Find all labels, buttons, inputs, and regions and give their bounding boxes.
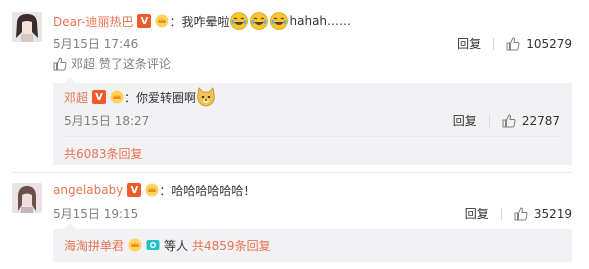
verified-v-icon[interactable]: V [127, 183, 142, 197]
comment-1-header: Dear-迪丽热巴 V ：我咋晕啦 hahah…… [53, 12, 351, 30]
liked-by-text: 邓超 赞了这条评论 [71, 57, 171, 71]
vip-crown-icon[interactable] [145, 183, 159, 197]
reply-summary-count[interactable]: 共4859条回复 [192, 237, 271, 254]
comment-1-username[interactable]: Dear-迪丽热巴 [53, 13, 133, 30]
comment-2-header: angelababy V ：哈哈哈哈哈哈！ [53, 181, 255, 199]
thumbs-up-icon [53, 56, 67, 71]
divider [493, 37, 495, 50]
reply-1-header: 邓超 V ：你爱转圈啊 [64, 87, 216, 107]
reply-divider [64, 136, 562, 137]
comment-1-more-replies[interactable]: 共6083条回复 [64, 145, 143, 162]
verified-v-icon[interactable]: V [92, 90, 107, 104]
comment-1-text-before: ：我咋晕啦 [169, 14, 230, 29]
avatar-dilireba[interactable] [12, 12, 42, 42]
reply-summary-others: 等人 [164, 238, 189, 253]
avatar-angelababy[interactable] [12, 183, 42, 213]
verified-v-icon[interactable]: V [137, 14, 152, 28]
thumbs-up-icon[interactable] [506, 36, 520, 51]
reply-1-reply-button[interactable]: 回复 [453, 112, 477, 129]
laughing-cry-emoji [249, 12, 268, 30]
comment-1-time: 5月15日 17:46 [53, 37, 139, 51]
comment-1-like-count[interactable]: 105279 [526, 37, 572, 51]
comment-1-liked-by: 邓超 赞了这条评论 [53, 55, 171, 72]
camera-badge-icon[interactable] [146, 238, 160, 252]
reply-1-text: ：你爱转圈啊 [124, 90, 197, 105]
reply-1-like-count[interactable]: 22787 [522, 114, 560, 128]
vip-crown-icon[interactable] [110, 90, 124, 104]
vip-crown-icon[interactable] [128, 238, 142, 252]
comment-2-like-count[interactable]: 35219 [534, 207, 572, 221]
comment-1-text-after: hahah…… [289, 14, 352, 28]
divider [500, 207, 502, 220]
reply-1-time: 5月15日 18:27 [64, 114, 150, 128]
comment-2-username[interactable]: angelababy [53, 183, 123, 197]
thumbs-up-icon[interactable] [502, 113, 516, 128]
vip-crown-icon[interactable] [155, 14, 169, 28]
comment-1-actions: 回复 105279 [457, 35, 572, 52]
reply-1-username[interactable]: 邓超 [64, 89, 88, 106]
laughing-cry-emoji [229, 12, 248, 30]
comment-divider [12, 172, 572, 173]
comment-2-actions: 回复 35219 [465, 205, 572, 222]
comment-2-reply-summary: 海淘拼单君 等人 共4859条回复 [64, 236, 271, 254]
divider [488, 114, 490, 127]
reply-1-actions: 回复 22787 [453, 112, 560, 129]
reply-summary-names[interactable]: 海淘拼单君 [64, 237, 124, 254]
comment-2-text: ：哈哈哈哈哈哈！ [159, 183, 256, 198]
thumbs-up-icon[interactable] [514, 206, 528, 221]
laughing-cry-emoji [269, 12, 288, 30]
comment-2-time: 5月15日 19:15 [53, 207, 139, 221]
comment-2-reply-button[interactable]: 回复 [465, 205, 489, 222]
doge-emoji [196, 87, 216, 107]
comment-1-reply-button[interactable]: 回复 [457, 35, 481, 52]
